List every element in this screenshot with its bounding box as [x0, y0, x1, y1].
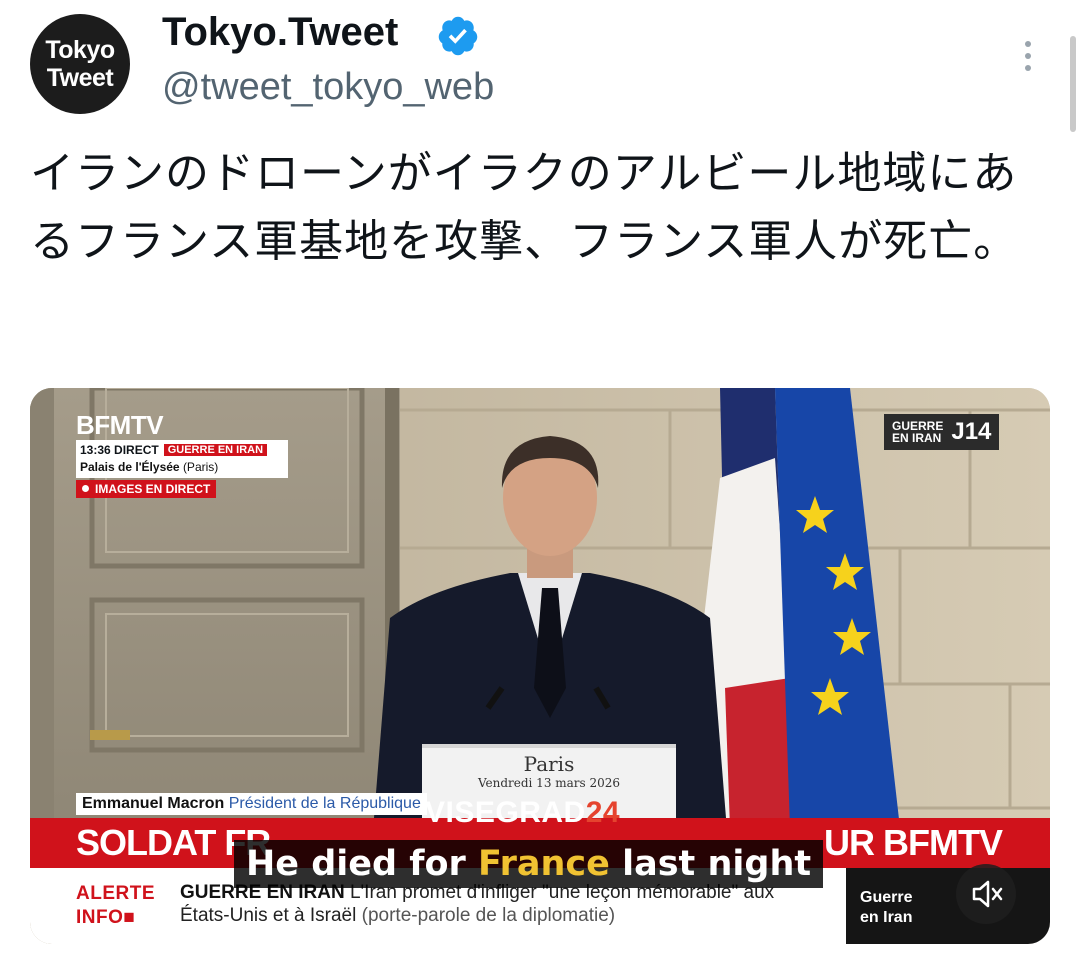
alert-label: ALERTE INFO■ [76, 883, 155, 928]
verified-badge-icon [438, 16, 478, 56]
mute-icon [972, 880, 1003, 908]
corner-tag: GUERRE EN IRAN J14 [884, 414, 1000, 450]
avatar-text-line1: Tokyo [45, 36, 115, 64]
bfmtv-info-box: 13:36 DIRECT GUERRE EN IRAN Palais de l'… [76, 440, 288, 478]
speaker-nameplate: Emmanuel Macron Président de la Républiq… [76, 793, 427, 815]
tweet-text: イランのドローンがイラクのアルビール地域にあるフランス軍基地を攻撃、フランス軍人… [30, 148, 1019, 267]
user-handle[interactable]: @tweet_tokyo_web [162, 66, 494, 109]
broadcast-time: 13:36 [80, 443, 111, 457]
live-badge: IMAGES EN DIRECT [76, 480, 217, 498]
more-options-icon[interactable] [1016, 38, 1040, 74]
broadcast-location: Palais de l'Élysée (Paris) [80, 460, 219, 474]
scrollbar[interactable] [1070, 36, 1076, 132]
lectern-sign: Paris Vendredi 13 mars 2026 [477, 752, 621, 790]
video-caption: He died for France last night [234, 840, 824, 888]
mute-button[interactable] [956, 864, 1016, 924]
live-dot-icon [82, 485, 89, 492]
alert-subline: États-Unis et à Israël (porte-parole de … [180, 905, 616, 926]
tweet-video[interactable]: BFMTV 13:36 DIRECT GUERRE EN IRAN Palais… [30, 388, 1050, 944]
watermark: VISEGRAD24 [425, 796, 621, 829]
direct-label: DIRECT [114, 443, 159, 457]
side-panel-label: Guerre en Iran [860, 889, 913, 926]
avatar[interactable]: Tokyo Tweet [30, 14, 130, 114]
bfmtv-logo: BFMTV [76, 410, 164, 440]
segment-tag: GUERRE EN IRAN [163, 444, 268, 456]
avatar-text-line2: Tweet [46, 64, 114, 92]
display-name[interactable]: Tokyo.Tweet [162, 10, 398, 55]
